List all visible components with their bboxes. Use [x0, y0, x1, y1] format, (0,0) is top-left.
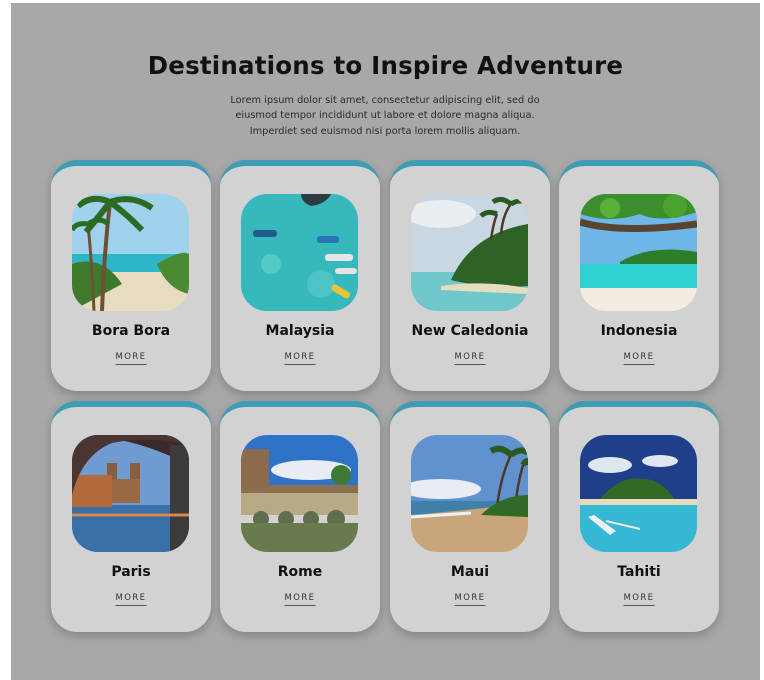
- destination-name: New Caledonia: [411, 323, 529, 339]
- paris-river-photo: [72, 435, 189, 552]
- destination-name: Malaysia: [265, 323, 335, 339]
- destination-name: Rome: [277, 564, 323, 580]
- more-link[interactable]: MORE: [454, 593, 486, 606]
- destination-card-tahiti[interactable]: Tahiti MORE: [559, 401, 719, 632]
- more-link[interactable]: MORE: [284, 593, 316, 606]
- more-link[interactable]: MORE: [284, 352, 316, 365]
- section-title: Destinations to Inspire Adventure: [147, 51, 624, 80]
- destination-name: Bora Bora: [91, 323, 171, 339]
- destination-card-new-caledonia[interactable]: New Caledonia MORE: [390, 160, 550, 391]
- aerial-boats-photo: [241, 194, 358, 311]
- more-link[interactable]: MORE: [115, 593, 147, 606]
- destination-card-maui[interactable]: Maui MORE: [390, 401, 550, 632]
- section-subtitle: Lorem ipsum dolor sit amet, consectetur …: [230, 95, 540, 137]
- more-link[interactable]: MORE: [623, 352, 655, 365]
- island-photo: [411, 194, 528, 311]
- destination-card-bora-bora[interactable]: Bora Bora MORE: [51, 160, 211, 391]
- destination-name: Maui: [450, 564, 490, 580]
- more-link[interactable]: MORE: [115, 352, 147, 365]
- destination-name: Indonesia: [600, 323, 678, 339]
- more-link[interactable]: MORE: [623, 593, 655, 606]
- destination-card-malaysia[interactable]: Malaysia MORE: [220, 160, 380, 391]
- beach-palm-photo: [72, 194, 189, 311]
- more-link[interactable]: MORE: [454, 352, 486, 365]
- destination-card-indonesia[interactable]: Indonesia MORE: [559, 160, 719, 391]
- destination-card-rome[interactable]: Rome MORE: [220, 401, 380, 632]
- destination-name: Tahiti: [617, 564, 661, 580]
- maui-coast-photo: [411, 435, 528, 552]
- tahiti-boat-photo: [580, 435, 697, 552]
- destinations-section: Destinations to Inspire Adventure Lorem …: [11, 3, 760, 680]
- rome-bridge-photo: [241, 435, 358, 552]
- lagoon-photo: [580, 194, 697, 311]
- destination-name: Paris: [111, 564, 151, 580]
- destination-card-paris[interactable]: Paris MORE: [51, 401, 211, 632]
